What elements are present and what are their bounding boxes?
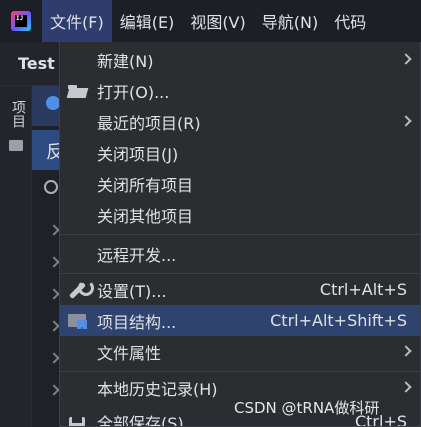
menu-item-label: 本地历史记录(H) xyxy=(97,379,218,399)
menu-item-settings[interactable]: 设置(T)... Ctrl+Alt+S xyxy=(60,274,420,305)
menu-bar: IJ 文件(F) 编辑(E) 视图(V) 导航(N) 代码 xyxy=(0,0,421,42)
file-menu-dropdown: 新建(N) 打开(O)... 最近的项目(R) 关闭项目(J) 关闭所有项目 关… xyxy=(59,42,421,427)
menu-item-recent-projects[interactable]: 最近的项目(R) xyxy=(60,106,420,137)
menu-item-label: 远程开发... xyxy=(97,245,177,265)
project-tool-window-label[interactable]: 项目 xyxy=(8,100,28,128)
project-tree-selected-row[interactable]: 反 xyxy=(32,130,60,170)
intellij-logo-icon[interactable]: IJ xyxy=(0,0,42,42)
menu-navigate[interactable]: 导航(N) xyxy=(254,0,326,42)
menu-edit[interactable]: 编辑(E) xyxy=(112,0,183,42)
menu-item-open[interactable]: 打开(O)... xyxy=(60,75,420,106)
submenu-arrow-icon xyxy=(400,115,412,127)
menu-item-shortcut: Ctrl+Alt+Shift+S xyxy=(270,311,407,330)
menu-item-label: 文件属性 xyxy=(97,343,162,363)
search-icon[interactable] xyxy=(44,180,58,194)
menu-item-label: 全部保存(S) xyxy=(97,413,184,427)
folder-open-icon xyxy=(68,81,88,101)
project-panel-header xyxy=(32,86,60,126)
menu-code[interactable]: 代码 xyxy=(326,0,374,42)
project-structure-icon xyxy=(68,311,88,331)
menu-item-label: 设置(T)... xyxy=(97,281,167,301)
menu-item-close-other-projects[interactable]: 关闭其他项目 xyxy=(60,199,420,230)
menu-item-remote-development[interactable]: 远程开发... xyxy=(60,238,420,269)
submenu-arrow-icon xyxy=(400,53,412,65)
menu-item-label: 最近的项目(R) xyxy=(97,113,201,133)
logo-text: IJ xyxy=(16,15,24,22)
project-icon xyxy=(46,96,60,110)
folder-icon[interactable] xyxy=(9,140,23,151)
menu-item-project-structure[interactable]: 项目结构... Ctrl+Alt+Shift+S xyxy=(60,305,420,336)
menu-item-file-properties[interactable]: 文件属性 xyxy=(60,336,420,367)
menu-item-label: 关闭项目(J) xyxy=(97,144,179,164)
menu-item-label: 关闭所有项目 xyxy=(97,175,194,195)
submenu-arrow-icon xyxy=(400,381,412,393)
wrench-icon xyxy=(68,280,94,300)
project-tab[interactable]: Test xyxy=(0,42,60,86)
menu-file[interactable]: 文件(F) xyxy=(42,0,112,42)
tool-window-sidebar xyxy=(0,86,32,427)
menu-item-close-project[interactable]: 关闭项目(J) xyxy=(60,137,420,168)
menu-item-label: 新建(N) xyxy=(97,51,154,71)
menu-item-shortcut: Ctrl+Alt+S xyxy=(319,280,407,299)
menu-item-label: 关闭其他项目 xyxy=(97,206,194,226)
menu-item-new[interactable]: 新建(N) xyxy=(60,44,420,75)
watermark: CSDN @tRNA做科研 xyxy=(234,399,380,417)
menu-view[interactable]: 视图(V) xyxy=(182,0,253,42)
menu-item-label: 打开(O)... xyxy=(97,82,170,102)
menu-separator xyxy=(60,234,420,235)
menu-item-close-all-projects[interactable]: 关闭所有项目 xyxy=(60,168,420,199)
menu-item-label: 项目结构... xyxy=(97,312,177,332)
save-icon xyxy=(68,412,88,426)
submenu-arrow-icon xyxy=(400,345,412,357)
